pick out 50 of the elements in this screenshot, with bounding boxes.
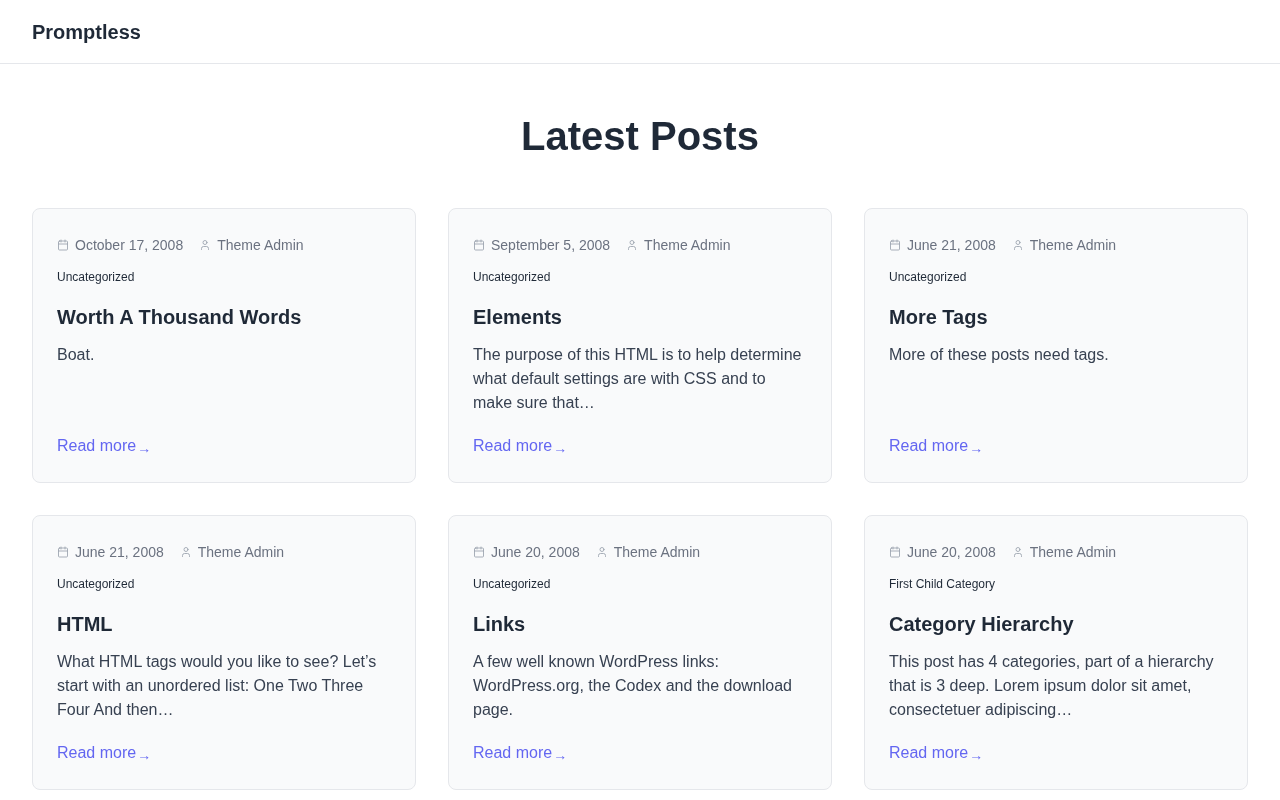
- site-title[interactable]: Promptless: [32, 17, 141, 46]
- post-author: Theme Admin: [1029, 543, 1117, 562]
- read-more-link[interactable]: Read more$_{→}$: [57, 434, 152, 458]
- post-title: Category Hierarchy: [889, 612, 1075, 637]
- calendar-icon: [57, 239, 69, 251]
- post-author: Theme Admin: [1029, 236, 1117, 255]
- read-more-link[interactable]: Read more$_{→}$: [473, 434, 568, 458]
- post-category: Uncategorized: [57, 576, 135, 592]
- post-date: June 20, 2008: [907, 543, 996, 562]
- read-more-link[interactable]: Read more$_{→}$: [57, 741, 152, 765]
- user-icon: [626, 239, 639, 251]
- post-date: June 21, 2008: [907, 236, 996, 255]
- post-title: Worth A Thousand Words: [57, 305, 303, 330]
- post-category: Uncategorized: [57, 269, 135, 285]
- post-excerpt: What HTML tags would you like to see? Let’s start with an unordered list: One Two Three Four And then…: [57, 652, 378, 720]
- calendar-icon: [473, 239, 485, 251]
- post-date: October 17, 2008: [75, 236, 184, 255]
- user-icon: [1011, 546, 1024, 558]
- post-date: September 5, 2008: [491, 236, 611, 255]
- post-excerpt: This post has 4 categories, part of a hierarchy that is 3 deep. Lorem ipsum dolor sit amet, consectetuer adipiscing…: [889, 652, 1215, 720]
- read-more-link[interactable]: Read more$_{→}$: [889, 741, 984, 765]
- post-category: Uncategorized: [473, 576, 551, 592]
- post-author: Theme Admin: [613, 543, 701, 562]
- user-icon: [179, 546, 192, 558]
- post-category: Uncategorized: [889, 269, 967, 285]
- post-title: Elements: [473, 305, 563, 330]
- post-date: June 21, 2008: [75, 543, 164, 562]
- post-title: HTML: [57, 612, 114, 637]
- post-title: More Tags: [889, 305, 989, 330]
- post-excerpt: The purpose of this HTML is to help determine what default settings are with CSS and to make sure that…: [473, 345, 803, 413]
- post-title: Links: [473, 612, 527, 637]
- calendar-icon: [473, 546, 485, 558]
- post-excerpt: Boat.: [57, 345, 96, 365]
- user-icon: [595, 546, 608, 558]
- post-excerpt: A few well known WordPress links: WordPress.org, the Codex and the download page.: [473, 652, 793, 720]
- calendar-icon: [889, 546, 901, 558]
- calendar-icon: [889, 239, 901, 251]
- post-author: Theme Admin: [197, 543, 285, 562]
- calendar-icon: [57, 546, 69, 558]
- post-category: Uncategorized: [473, 269, 551, 285]
- user-icon: [1011, 239, 1024, 251]
- post-category: First Child Category: [889, 576, 996, 592]
- read-more-link[interactable]: Read more$_{→}$: [889, 434, 984, 458]
- page-title: Latest Posts: [520, 116, 760, 156]
- user-icon: [199, 239, 212, 251]
- post-author: Theme Admin: [217, 236, 304, 255]
- post-author: Theme Admin: [644, 236, 731, 255]
- post-excerpt: More of these posts need tags.: [889, 345, 1110, 365]
- post-date: June 20, 2008: [491, 543, 580, 562]
- read-more-link[interactable]: Read more$_{→}$: [473, 741, 568, 765]
